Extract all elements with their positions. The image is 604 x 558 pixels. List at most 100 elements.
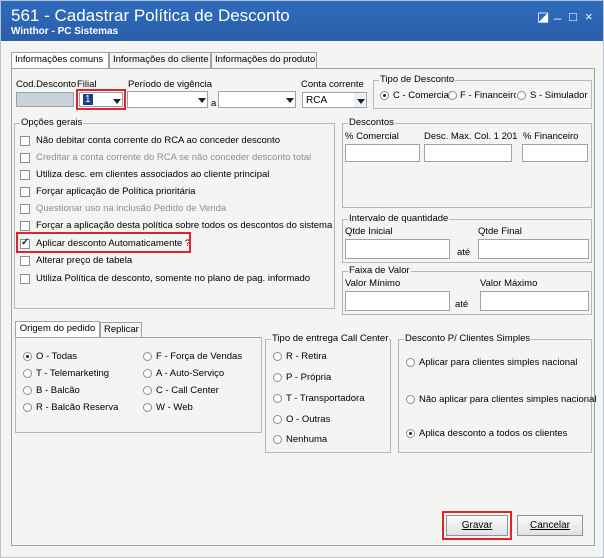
valor-minimo-input[interactable] [345, 291, 450, 311]
descontos-legend: Descontos [348, 117, 395, 128]
tab-informacoes-comuns[interactable]: Informações comuns [11, 52, 109, 69]
tipo-financeiro-radio[interactable] [448, 91, 457, 100]
opcao-questionar-checkbox [20, 204, 30, 214]
tab-origem-pedido[interactable]: Origem do pedido [15, 321, 100, 337]
entrega-outras-label: O - Outras [286, 414, 331, 425]
opcao-creditar-label: Creditar a conta corrente do RCA se não … [36, 152, 312, 163]
tipo-entrega-group: Tipo de entrega Call Center R - Retira P… [265, 333, 391, 453]
title-bar: 561 - Cadastrar Política de Desconto Win… [1, 1, 603, 41]
tab-panel: Cod.Desconto Filial 1 Período de vigênci… [11, 68, 596, 546]
tipo-simulador-radio[interactable] [517, 91, 526, 100]
descontos-group: Descontos % Comercial Desc. Max. Col. 1 … [342, 117, 592, 208]
opcao-politica-prioritaria-checkbox[interactable] [20, 187, 30, 197]
origem-telemarketing-label: T - Telemarketing [36, 368, 110, 379]
desconto-comercial-label: % Comercial [345, 131, 399, 142]
origem-forca-vendas-label: F - Força de Vendas [156, 351, 243, 362]
opcao-plano-pagamento-label: Utiliza Política de desconto, somente no… [36, 273, 311, 284]
window: 561 - Cadastrar Política de Desconto Win… [0, 0, 604, 558]
opcao-alterar-preco-checkbox[interactable] [20, 256, 30, 266]
entrega-propria-label: P - Própria [286, 372, 332, 383]
intervalo-quantidade-group: Intervalo de quantidade Qtde Inicial Qtd… [342, 213, 592, 263]
opcao-nao-debitar-checkbox[interactable] [20, 136, 30, 146]
origem-balcao-reserva-radio[interactable] [23, 403, 32, 412]
opcao-forcar-todos-checkbox[interactable] [20, 221, 30, 231]
vigencia-a-label: a [211, 98, 217, 109]
aplicar-automatico-highlight [16, 232, 191, 253]
opcao-plano-pagamento-checkbox[interactable] [20, 274, 30, 284]
entrega-propria-radio[interactable] [273, 373, 282, 382]
desconto-max-label: Desc. Max. Col. 1 201 [424, 131, 518, 142]
opcao-nao-debitar-label: Não debitar conta corrente do RCA ao con… [36, 135, 280, 146]
origem-balcao-radio[interactable] [23, 386, 32, 395]
close-icon[interactable]: × [585, 9, 593, 24]
origem-todas-label: O - Todas [36, 351, 78, 362]
maximize-icon[interactable]: □ [569, 9, 577, 24]
entrega-outras-radio[interactable] [273, 415, 282, 424]
simples-nao-aplicar-label: Não aplicar para clientes simples nacion… [419, 394, 597, 405]
entrega-transportadora-radio[interactable] [273, 394, 282, 403]
simples-todos-radio[interactable] [406, 429, 415, 438]
tipo-desconto-legend: Tipo de Desconto [379, 74, 456, 85]
origem-balcao-reserva-label: R - Balcão Reserva [36, 402, 119, 413]
cod-desconto-input[interactable] [16, 92, 74, 107]
qtde-inicial-input[interactable] [345, 239, 450, 259]
minimize-icon[interactable]: _ [554, 5, 561, 20]
opcao-alterar-preco-label: Alterar preço de tabela [36, 255, 133, 266]
desconto-comercial-input[interactable] [345, 144, 420, 162]
tipo-comercial-radio[interactable] [380, 91, 389, 100]
desconto-financeiro-input[interactable] [522, 144, 588, 162]
tipo-simulador-label: S - Simulador [530, 90, 588, 101]
simples-aplicar-label: Aplicar para clientes simples nacional [419, 357, 578, 368]
gravar-highlight [442, 511, 512, 540]
conta-corrente-dropdown-icon[interactable] [354, 93, 366, 107]
origem-telemarketing-radio[interactable] [23, 369, 32, 378]
tipo-desconto-group: Tipo de Desconto C - Comercial F - Finan… [373, 74, 592, 109]
origem-web-radio[interactable] [143, 403, 152, 412]
window-subtitle: Winthor - PC Sistemas [11, 26, 119, 37]
origem-call-center-radio[interactable] [143, 386, 152, 395]
vigencia-start-dropdown-icon[interactable] [195, 92, 207, 107]
valor-minimo-label: Valor Mínimo [345, 278, 401, 289]
entrega-retira-radio[interactable] [273, 352, 282, 361]
cod-desconto-label: Cod.Desconto [16, 79, 77, 90]
entrega-retira-label: R - Retira [286, 351, 327, 362]
clientes-simples-legend: Desconto P/ Clientes Simples [404, 333, 532, 344]
desconto-max-input[interactable] [424, 144, 512, 162]
vigencia-end-field[interactable] [218, 91, 296, 108]
origem-forca-vendas-radio[interactable] [143, 352, 152, 361]
qtde-final-label: Qtde Final [478, 226, 522, 237]
opcoes-gerais-group: Opções gerais Não debitar conta corrente… [14, 117, 335, 309]
tab-informacoes-cliente[interactable]: Informações do cliente [109, 52, 211, 68]
opcao-creditar-checkbox [20, 153, 30, 163]
vigencia-start-field[interactable] [127, 91, 208, 108]
faixa-valor-legend: Faixa de Valor [348, 265, 411, 276]
opcao-clientes-associados-checkbox[interactable] [20, 170, 30, 180]
qtde-final-input[interactable] [478, 239, 589, 259]
qtde-inicial-label: Qtde Inicial [345, 226, 393, 237]
cancelar-button[interactable]: Cancelar [517, 515, 583, 536]
clientes-simples-group: Desconto P/ Clientes Simples Aplicar par… [398, 333, 596, 453]
origem-auto-servico-radio[interactable] [143, 369, 152, 378]
tab-informacoes-produto[interactable]: Informações do produto [211, 52, 317, 68]
opcao-clientes-associados-label: Utiliza desc. em clientes associados ao … [36, 169, 270, 180]
tipo-financeiro-label: F - Financeiro [460, 90, 516, 101]
opcao-forcar-todos-label: Forçar a aplicação desta política sobre … [36, 220, 333, 231]
restore-icon[interactable]: ◪ [537, 9, 549, 25]
origem-todas-radio[interactable] [23, 352, 32, 361]
intervalo-quantidade-legend: Intervalo de quantidade [348, 213, 450, 224]
tipo-comercial-label: C - Comercial [393, 90, 452, 101]
entrega-transportadora-label: T - Transportadora [286, 393, 365, 404]
simples-nao-aplicar-radio[interactable] [406, 395, 415, 404]
valor-maximo-label: Valor Máximo [480, 278, 538, 289]
valor-maximo-input[interactable] [480, 291, 589, 311]
origem-balcao-label: B - Balcão [36, 385, 80, 396]
qtde-ate-label: até [457, 247, 471, 258]
tab-replicar[interactable]: Replicar [100, 322, 142, 337]
origem-web-label: W - Web [156, 402, 193, 413]
origem-auto-servico-label: A - Auto-Serviço [156, 368, 225, 379]
conta-corrente-select[interactable]: RCA [302, 92, 367, 108]
vigencia-end-dropdown-icon[interactable] [283, 92, 295, 107]
desconto-financeiro-label: % Financeiro [523, 131, 579, 142]
entrega-nenhuma-radio[interactable] [273, 435, 282, 444]
simples-aplicar-radio[interactable] [406, 358, 415, 367]
